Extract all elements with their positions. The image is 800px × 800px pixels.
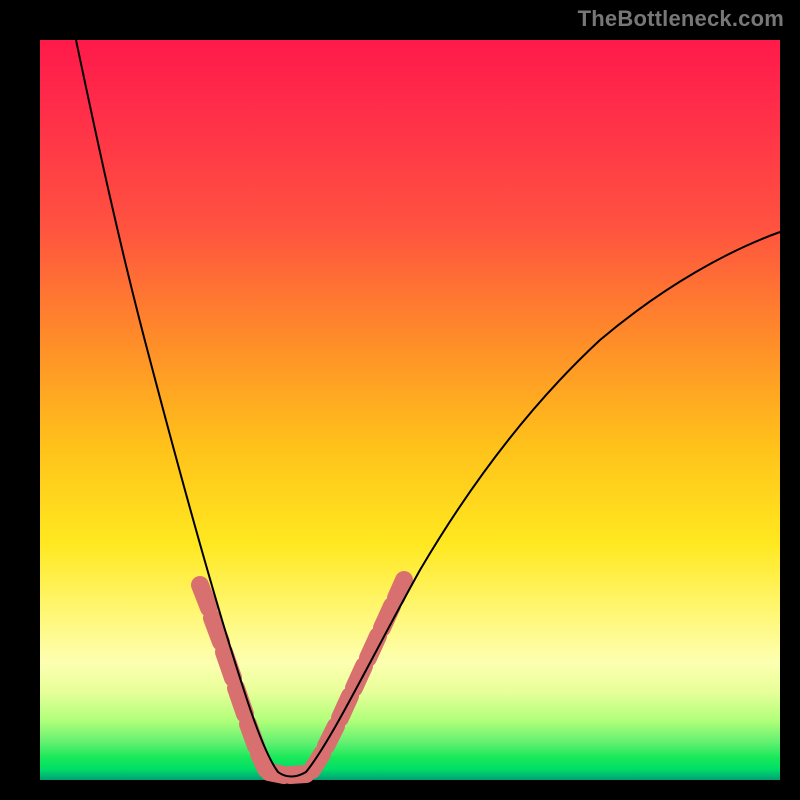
marker-seg (212, 618, 221, 642)
highlight-markers (200, 580, 404, 775)
watermark-label: TheBottleneck.com (578, 6, 784, 32)
plot-area (40, 40, 780, 780)
chart-frame: TheBottleneck.com (0, 0, 800, 800)
marker-seg (200, 585, 209, 608)
marker-seg (396, 580, 404, 598)
bottleneck-curve (76, 40, 780, 777)
marker-seg (248, 724, 256, 746)
marker-seg (224, 652, 233, 678)
marker-seg (368, 636, 378, 658)
curve-layer (40, 40, 780, 780)
